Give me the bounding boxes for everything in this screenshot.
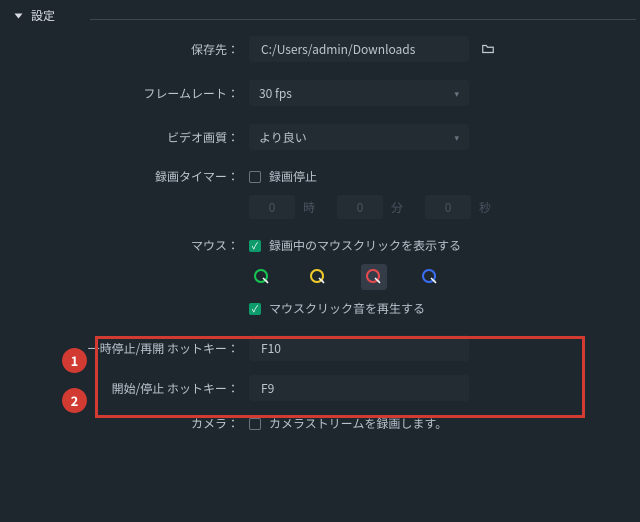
checkbox-icon bbox=[249, 418, 261, 430]
checkbox-icon bbox=[249, 240, 261, 252]
timer-hours-value: 0 bbox=[249, 195, 295, 219]
pause-hotkey-value: F10 bbox=[261, 340, 281, 357]
framerate-label: フレームレート： bbox=[24, 85, 249, 102]
quality-select[interactable]: より良い ▾ bbox=[249, 124, 469, 150]
mouse-label: マウス： bbox=[24, 237, 249, 254]
framerate-select[interactable]: 30 fps ▾ bbox=[249, 80, 469, 106]
timer-hours-unit: 時 bbox=[303, 199, 315, 216]
timer-minutes-unit: 分 bbox=[391, 199, 403, 216]
timer-seconds-value: 0 bbox=[425, 195, 471, 219]
start-hotkey-value: F9 bbox=[261, 380, 274, 397]
start-hotkey-label: 開始/停止 ホットキー： bbox=[24, 380, 249, 397]
camera-checkbox[interactable]: カメラストリームを録画します。 bbox=[249, 415, 447, 432]
timer-minutes-value: 0 bbox=[337, 195, 383, 219]
timer-seconds[interactable]: 0 秒 bbox=[425, 195, 491, 219]
quality-value: より良い bbox=[259, 129, 307, 146]
chevron-down-icon: ▾ bbox=[454, 87, 459, 100]
pause-hotkey-label: 一時停止/再開 ホットキー： bbox=[24, 340, 249, 357]
checkbox-icon bbox=[249, 303, 261, 315]
folder-icon bbox=[481, 42, 495, 56]
annotation-badge-2: 2 bbox=[62, 388, 87, 413]
timer-stop-text: 録画停止 bbox=[269, 168, 317, 185]
show-clicks-checkbox[interactable]: 録画中のマウスクリックを表示する bbox=[249, 237, 461, 254]
play-sound-text: マウスクリック音を再生する bbox=[269, 300, 425, 317]
timer-label: 録画タイマー： bbox=[24, 168, 249, 185]
start-hotkey-input[interactable]: F9 bbox=[249, 375, 469, 401]
timer-seconds-unit: 秒 bbox=[479, 199, 491, 216]
color-option-yellow[interactable] bbox=[305, 264, 331, 290]
save-path-input[interactable]: C:/Users/admin/Downloads bbox=[249, 36, 469, 62]
camera-text: カメラストリームを録画します。 bbox=[269, 415, 447, 432]
color-option-blue[interactable] bbox=[417, 264, 443, 290]
framerate-value: 30 fps bbox=[259, 85, 292, 102]
timer-hours[interactable]: 0 時 bbox=[249, 195, 315, 219]
pause-hotkey-input[interactable]: F10 bbox=[249, 335, 469, 361]
show-clicks-text: 録画中のマウスクリックを表示する bbox=[269, 237, 461, 254]
timer-minutes[interactable]: 0 分 bbox=[337, 195, 403, 219]
toggle-icon bbox=[15, 13, 23, 18]
click-color-picker bbox=[249, 264, 443, 290]
camera-label: カメラ： bbox=[24, 415, 249, 432]
chevron-down-icon: ▾ bbox=[454, 131, 459, 144]
save-path-label: 保存先： bbox=[24, 41, 249, 58]
color-option-green[interactable] bbox=[249, 264, 275, 290]
browse-folder-button[interactable] bbox=[475, 36, 501, 62]
quality-label: ビデオ画質： bbox=[24, 129, 249, 146]
color-option-red[interactable] bbox=[361, 264, 387, 290]
timer-stop-checkbox[interactable]: 録画停止 bbox=[249, 168, 317, 185]
play-sound-checkbox[interactable]: マウスクリック音を再生する bbox=[249, 300, 425, 317]
save-path-value: C:/Users/admin/Downloads bbox=[261, 41, 415, 58]
annotation-badge-1: 1 bbox=[62, 348, 87, 373]
checkbox-icon bbox=[249, 171, 261, 183]
